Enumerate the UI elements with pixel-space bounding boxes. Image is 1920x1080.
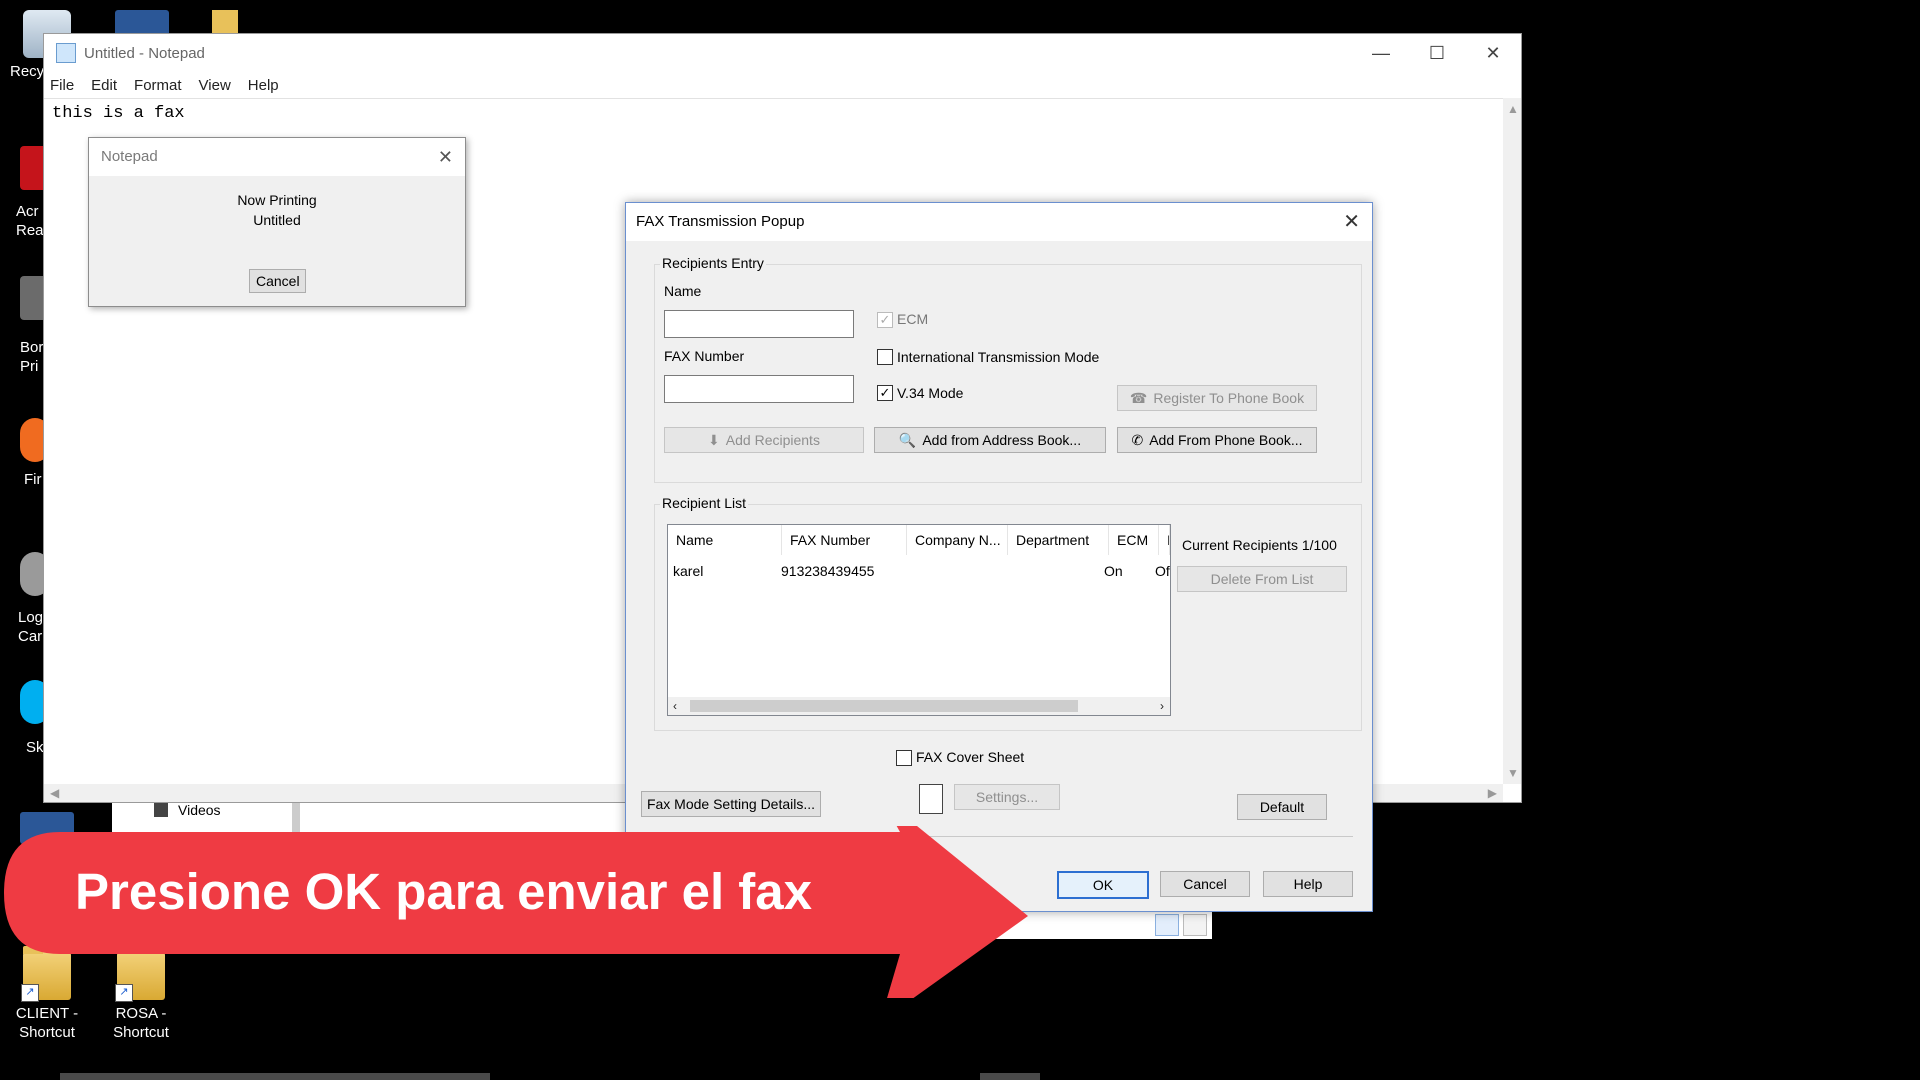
- cancel-button[interactable]: Cancel: [1160, 871, 1250, 897]
- table-row-ecm[interactable]: On: [1104, 563, 1123, 579]
- add-recipients-label: Add Recipients: [725, 432, 820, 448]
- add-recipients-button[interactable]: ⬇ Add Recipients: [664, 427, 864, 453]
- notepad-icon: [56, 43, 76, 63]
- column-header-department[interactable]: Department: [1008, 525, 1109, 555]
- menu-edit[interactable]: Edit: [91, 77, 117, 94]
- delete-from-list-button[interactable]: Delete From List: [1177, 566, 1347, 592]
- dialog-title: FAX Transmission Popup: [636, 213, 805, 230]
- vertical-scrollbar[interactable]: ▲ ▼: [1503, 98, 1521, 784]
- close-icon[interactable]: ✕: [438, 138, 453, 176]
- printing-message: Now Printing Untitled: [89, 190, 465, 230]
- scroll-right-icon[interactable]: ›: [1160, 699, 1164, 713]
- column-header-fax-number[interactable]: FAX Number: [782, 525, 907, 555]
- taskbar-strip: [980, 1073, 1040, 1080]
- details-view-icon[interactable]: [1155, 914, 1179, 936]
- name-label: Name: [664, 283, 702, 299]
- menu-help[interactable]: Help: [248, 77, 279, 94]
- scroll-down-icon[interactable]: ▼: [1507, 766, 1519, 780]
- scroll-right-icon[interactable]: ▶: [1488, 786, 1497, 800]
- videos-icon: [154, 803, 168, 817]
- fax-transmission-dialog: FAX Transmission Popup ✕ Recipients Entr…: [625, 202, 1373, 912]
- fax-number-label: FAX Number: [664, 348, 745, 364]
- current-recipients-count: Current Recipients 1/100: [1182, 537, 1337, 553]
- recipient-list[interactable]: Name FAX Number Company N... Department …: [667, 524, 1171, 716]
- register-phone-book-button[interactable]: ☎ Register To Phone Book: [1117, 385, 1317, 411]
- close-icon[interactable]: ✕: [1343, 203, 1360, 241]
- table-row-name[interactable]: karel: [673, 563, 703, 579]
- callout-text: Presione OK para enviar el fax: [75, 863, 813, 920]
- desktop-icon-label: ROSA - Shortcut: [113, 1005, 169, 1041]
- register-phone-book-label: Register To Phone Book: [1153, 390, 1305, 406]
- column-header-name[interactable]: Name: [668, 525, 782, 555]
- v34-mode-checkbox[interactable]: ✓: [877, 385, 893, 401]
- table-row-intl[interactable]: Of: [1155, 563, 1170, 579]
- list-horizontal-scrollbar[interactable]: ‹ ›: [668, 697, 1170, 715]
- column-header-ecm[interactable]: ECM: [1109, 525, 1159, 555]
- phone-book-icon: ☎: [1129, 390, 1148, 406]
- settings-button[interactable]: Settings...: [954, 784, 1060, 810]
- menu-bar: File Edit Format View Help: [44, 72, 1521, 99]
- ecm-checkbox[interactable]: ✓: [877, 312, 893, 328]
- international-mode-checkbox[interactable]: [877, 349, 893, 365]
- menu-format[interactable]: Format: [134, 77, 182, 94]
- international-mode-label: International Transmission Mode: [897, 349, 1100, 365]
- desktop-icon-label: CLIENT - Shortcut: [15, 1005, 79, 1041]
- printing-status: Now Printing: [237, 192, 317, 208]
- add-from-address-book-label: Add from Address Book...: [922, 432, 1082, 448]
- preview-view-icon[interactable]: [1183, 914, 1207, 936]
- address-book-icon: 🔍: [898, 432, 917, 448]
- recipients-entry-label: Recipients Entry: [660, 255, 766, 271]
- menu-view[interactable]: View: [199, 77, 231, 94]
- fax-mode-setting-details-button[interactable]: Fax Mode Setting Details...: [641, 791, 821, 817]
- fax-number-input[interactable]: [664, 375, 854, 403]
- default-button[interactable]: Default: [1237, 794, 1327, 820]
- ecm-label: ECM: [897, 311, 929, 327]
- printing-dialog: Notepad ✕ Now Printing Untitled Cancel: [88, 137, 466, 307]
- fax-dialog-titlebar[interactable]: FAX Transmission Popup ✕: [626, 203, 1372, 241]
- scroll-left-icon[interactable]: ‹: [673, 699, 677, 713]
- phone-book-icon: ✆: [1131, 432, 1144, 448]
- minimize-button[interactable]: —: [1353, 34, 1409, 72]
- ok-button[interactable]: OK: [1057, 871, 1149, 899]
- cover-sheet-page-icon: [919, 784, 943, 814]
- scroll-left-icon[interactable]: ◀: [50, 786, 59, 800]
- nav-item-videos[interactable]: Videos: [178, 802, 221, 818]
- help-button[interactable]: Help: [1263, 871, 1353, 897]
- scrollbar-thumb[interactable]: [690, 700, 1078, 712]
- notepad-titlebar[interactable]: Untitled - Notepad: [44, 34, 1521, 72]
- recipient-list-label: Recipient List: [660, 495, 749, 511]
- menu-file[interactable]: File: [50, 77, 74, 94]
- dialog-title: Notepad: [101, 148, 158, 165]
- fax-cover-sheet-checkbox[interactable]: [896, 750, 912, 766]
- taskbar-strip: [60, 1073, 490, 1080]
- column-header-company[interactable]: Company N...: [907, 525, 1008, 555]
- close-button[interactable]: ✕: [1465, 34, 1521, 72]
- maximize-button[interactable]: ☐: [1409, 34, 1465, 72]
- add-from-address-book-button[interactable]: 🔍 Add from Address Book...: [874, 427, 1106, 453]
- add-from-phone-book-button[interactable]: ✆ Add From Phone Book...: [1117, 427, 1317, 453]
- cancel-print-button[interactable]: Cancel: [249, 269, 306, 293]
- table-row-fax-number[interactable]: 913238439455: [781, 563, 874, 579]
- fax-cover-sheet-label: FAX Cover Sheet: [916, 749, 1025, 765]
- printing-document: Untitled: [253, 212, 301, 228]
- v34-mode-label: V.34 Mode: [897, 385, 964, 401]
- column-header-intl[interactable]: I: [1159, 525, 1170, 555]
- name-input[interactable]: [664, 310, 854, 338]
- scroll-up-icon[interactable]: ▲: [1507, 102, 1519, 116]
- add-from-phone-book-label: Add From Phone Book...: [1149, 432, 1303, 448]
- window-title: Untitled - Notepad: [84, 44, 205, 62]
- printing-dialog-titlebar[interactable]: Notepad ✕: [89, 138, 465, 176]
- down-arrow-icon: ⬇: [708, 432, 720, 448]
